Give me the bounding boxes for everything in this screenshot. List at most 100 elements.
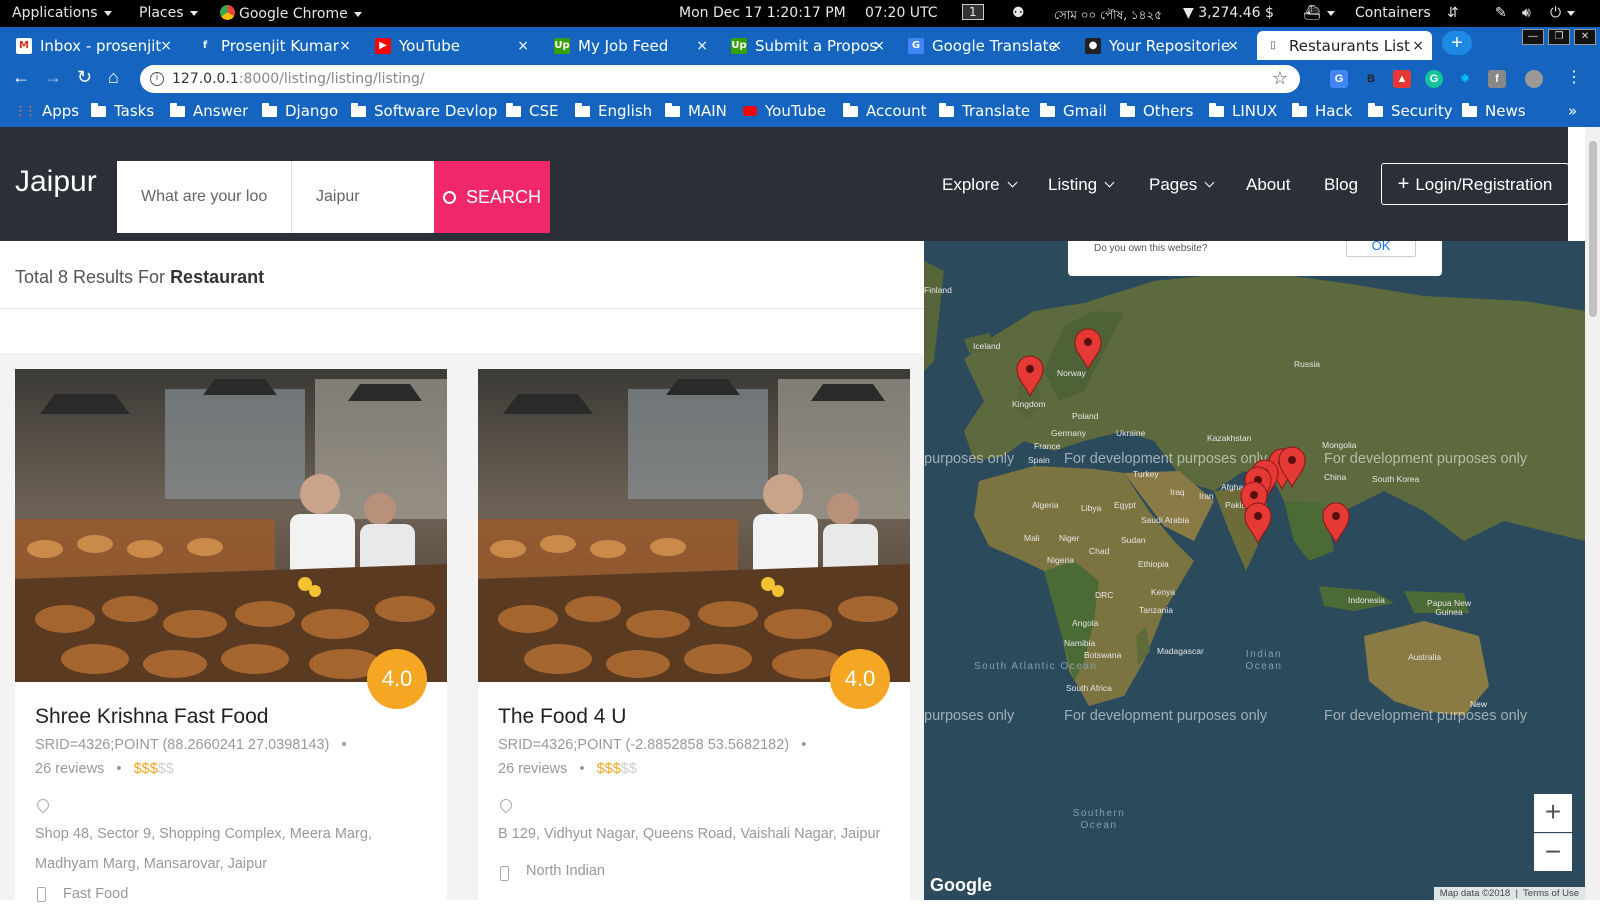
bold-extension-icon[interactable]: B (1362, 70, 1380, 88)
bookmark-cse[interactable]: CSE (506, 102, 558, 120)
grammarly-icon[interactable]: G (1425, 70, 1443, 88)
forward-icon[interactable]: → (44, 67, 62, 88)
reviews-count[interactable]: 26 reviews (498, 761, 567, 777)
bookmark-tasks[interactable]: Tasks (91, 102, 154, 120)
zoom-in-button[interactable]: + (1534, 794, 1572, 832)
listing-photo[interactable] (478, 369, 910, 682)
close-tab-icon[interactable]: × (1227, 38, 1239, 54)
bookmark-star-icon[interactable]: ☆ (1272, 65, 1288, 93)
bookmark-hack[interactable]: Hack (1292, 102, 1352, 120)
browser-tab[interactable]: Up Submit a Propos × (723, 31, 893, 60)
applications-menu[interactable]: Applications (12, 5, 112, 21)
bookmark-others[interactable]: Others (1120, 102, 1193, 120)
translate-extension-icon[interactable]: G (1330, 70, 1348, 88)
reload-icon[interactable]: ↻ (77, 67, 92, 88)
upwork-icon: Up (731, 37, 747, 54)
bookmark-translate[interactable]: Translate (939, 102, 1030, 120)
map-marker-icon[interactable] (1016, 355, 1044, 398)
site-info-icon[interactable]: i (150, 72, 164, 86)
location-input[interactable]: Jaipur (292, 161, 434, 233)
close-tab-icon[interactable]: × (160, 38, 172, 54)
browser-tab[interactable]: ▶ YouTube × (367, 31, 537, 60)
address-bar[interactable]: i 127.0.0.1:8000/listing/listing/listing… (140, 65, 1300, 93)
terms-of-use-link[interactable]: Terms of Use (1523, 888, 1579, 899)
close-tab-icon[interactable]: × (1412, 38, 1424, 54)
bookmark-account[interactable]: Account (843, 102, 927, 120)
listing-card[interactable]: 4.0 The Food 4 U SRID=4326;POINT (-2.88528… (478, 369, 910, 909)
zoom-out-button[interactable]: − (1534, 833, 1572, 871)
nav-explore[interactable]: Explore (942, 175, 1018, 195)
bookmark-label: Translate (962, 102, 1031, 120)
search-button[interactable]: SEARCH (434, 161, 550, 233)
close-window-icon[interactable]: ✕ (1574, 29, 1596, 45)
browser-tab[interactable]: M Inbox - prosenjit × (8, 31, 180, 60)
listing-card[interactable]: 4.0 Shree Krishna Fast Food SRID=4326;POIN… (15, 369, 447, 909)
network-icon[interactable]: ⇵ (1447, 5, 1459, 21)
crypto-ticker[interactable]: ▼ 3,274.46 $ (1183, 5, 1274, 21)
active-app-menu[interactable]: Google Chrome (220, 5, 362, 22)
react-devtools-icon[interactable]: ⚛ (1456, 70, 1474, 88)
bookmark-youtube[interactable]: YouTube (743, 102, 826, 120)
reviews-count[interactable]: 26 reviews (35, 761, 104, 777)
power-icon[interactable]: ⏻ (1550, 5, 1576, 21)
close-tab-icon[interactable]: × (1050, 38, 1062, 54)
browser-tab[interactable]: Up My Job Feed × (546, 31, 716, 60)
listing-name[interactable]: The Food 4 U (498, 705, 626, 729)
login-registration-button[interactable]: + Login/Registration (1381, 163, 1569, 205)
browser-tab[interactable]: f Prosenjit Kumar × (189, 31, 359, 60)
page-scrollbar[interactable] (1585, 127, 1600, 900)
nav-listing[interactable]: Listing (1048, 175, 1115, 195)
bookmark-linux[interactable]: LINUX (1209, 102, 1277, 120)
bookmark-english[interactable]: English (575, 102, 652, 120)
map-marker-icon[interactable] (1322, 502, 1350, 545)
browser-tab[interactable]: G Google Translate × (900, 31, 1070, 60)
new-tab-button[interactable]: + (1442, 31, 1472, 55)
nav-about[interactable]: About (1246, 175, 1290, 195)
clock[interactable]: Mon Dec 17 1:20:17 PM (679, 5, 846, 21)
back-icon[interactable]: ← (12, 67, 30, 88)
bookmark-django[interactable]: Django (262, 102, 338, 120)
close-tab-icon[interactable]: × (339, 38, 351, 54)
places-menu[interactable]: Places (139, 5, 198, 21)
listing-name[interactable]: Shree Krishna Fast Food (35, 705, 268, 729)
bookmark-label: CSE (529, 102, 559, 120)
browser-tab[interactable]: ● Your Repositorie × (1077, 31, 1247, 60)
containers-menu[interactable]: Containers (1355, 5, 1431, 21)
pen-icon[interactable]: ✎ (1495, 5, 1507, 21)
screenshot-extension-icon[interactable]: ▲ (1393, 70, 1411, 88)
people-icon[interactable]: ⚉ (1012, 5, 1025, 21)
search-input[interactable]: What are your loo (117, 161, 292, 233)
bookmark-news[interactable]: News (1462, 102, 1526, 120)
map-marker-icon[interactable] (1074, 328, 1102, 371)
restore-icon[interactable]: ❐ (1548, 29, 1570, 45)
bookmark-answer[interactable]: Answer (170, 102, 248, 120)
nav-blog[interactable]: Blog (1324, 175, 1358, 195)
bookmark-gmail[interactable]: Gmail (1040, 102, 1107, 120)
facebook-extension-icon[interactable]: f (1488, 70, 1506, 88)
close-tab-icon[interactable]: × (517, 38, 529, 54)
volume-icon[interactable]: 🔊︎ (1522, 5, 1531, 21)
avatar[interactable] (1525, 70, 1543, 88)
bookmark-apps[interactable]: ⋮⋮ Apps (14, 102, 79, 120)
scrollbar-thumb[interactable] (1589, 141, 1597, 317)
nav-pages[interactable]: Pages (1149, 175, 1215, 195)
close-tab-icon[interactable]: × (873, 38, 885, 54)
map-marker-icon[interactable] (1244, 502, 1272, 545)
browser-tab[interactable]: ▯ Restaurants List × (1257, 31, 1432, 60)
map-view[interactable]: Do you own this website? OK purposes onl… (924, 241, 1585, 900)
minimize-icon[interactable]: — (1522, 29, 1544, 45)
home-icon[interactable]: ⌂ (108, 67, 119, 88)
chrome-menu-icon[interactable]: ⋮ (1566, 67, 1582, 87)
site-logo[interactable]: Jaipur (15, 165, 97, 199)
tab-title: Inbox - prosenjit (40, 36, 162, 55)
listing-photo[interactable] (15, 369, 447, 682)
folder-icon (1040, 102, 1055, 117)
workspace-indicator[interactable]: 1 (962, 4, 984, 20)
bookmark-software-devlop[interactable]: Software Devlop (351, 102, 497, 120)
bookmark-security[interactable]: Security (1368, 102, 1453, 120)
bookmark-main[interactable]: MAIN (665, 102, 727, 120)
close-tab-icon[interactable]: × (696, 38, 708, 54)
docker-icon[interactable]: ⛴ (1303, 5, 1335, 21)
gmail-icon: M (16, 37, 32, 54)
more-bookmarks-icon[interactable]: » (1568, 102, 1577, 120)
